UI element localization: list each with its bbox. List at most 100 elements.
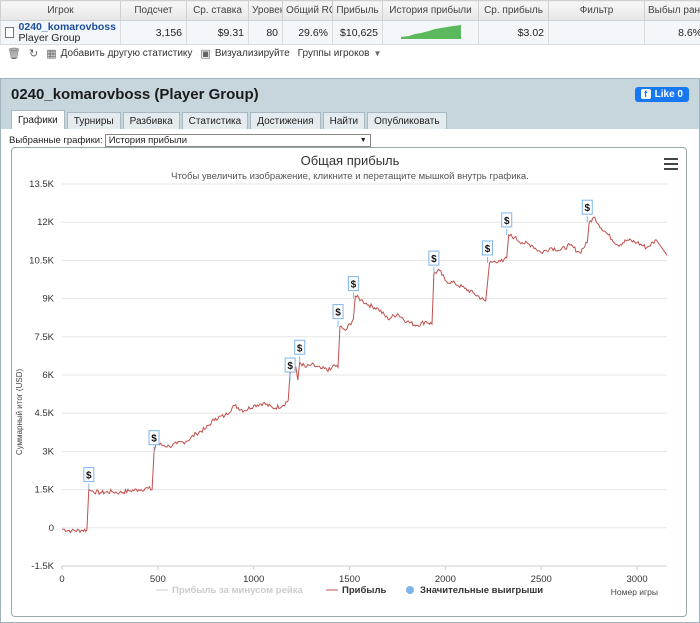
- big-win-label: $: [504, 216, 510, 227]
- big-win-marker[interactable]: $: [482, 240, 494, 263]
- caret-down-icon: ▼: [373, 49, 382, 58]
- y-tick-label: -1.5K: [31, 561, 54, 572]
- avg-stake-cell: $9.31: [186, 20, 249, 45]
- x-tick-label: 1000: [243, 574, 264, 585]
- facebook-like-button[interactable]: f Like 0: [634, 86, 689, 102]
- col-header-profit[interactable]: Прибыль: [332, 0, 383, 21]
- chart-legend: Прибыль за минусом рейка Прибыль Значите…: [156, 585, 543, 596]
- chart-subtitle: Чтобы увеличить изображение, кликните и …: [171, 171, 529, 182]
- legend-item-rake[interactable]: Прибыль за минусом рейка: [172, 585, 303, 596]
- filter-cell: [548, 20, 645, 45]
- add-stats-button[interactable]: ▦ Добавить другую статистику: [46, 47, 192, 60]
- col-header-avg-stake[interactable]: Ср. ставка: [186, 0, 249, 21]
- tab-charts[interactable]: Графики: [11, 110, 65, 129]
- big-win-marker[interactable]: $: [501, 212, 513, 235]
- tab-breakdown[interactable]: Разбивка: [122, 112, 180, 129]
- player-cell: 0240_komarovboss Player Group: [0, 20, 121, 45]
- stats-table: Игрок Подсчет Ср. ставка Уровень Общий R…: [0, 0, 700, 45]
- x-tick-label: 2000: [435, 574, 456, 585]
- big-win-label: $: [297, 343, 303, 354]
- big-win-label: $: [351, 280, 357, 291]
- panel-header: 0240_komarovboss (Player Group) f Like 0: [1, 79, 699, 109]
- col-header-roi[interactable]: Общий ROI: [282, 0, 333, 21]
- row-checkbox[interactable]: [5, 27, 14, 38]
- image-icon: ▣: [200, 48, 211, 60]
- chart-selector-label: Выбранные графики:: [9, 134, 103, 146]
- x-tick-label: 0: [59, 574, 64, 585]
- level-cell: 80: [248, 20, 283, 45]
- x-tick-label: 500: [150, 574, 166, 585]
- chart-selector-dropdown[interactable]: История прибыли ▼: [104, 133, 371, 147]
- col-header-profit-history[interactable]: История прибыли: [382, 0, 479, 21]
- col-header-early-out[interactable]: Выбыл ранее: [644, 0, 700, 21]
- table-row[interactable]: 0240_komarovboss Player Group 3,156 $9.3…: [0, 20, 700, 45]
- add-stats-label: Добавить другую статистику: [60, 48, 193, 59]
- y-tick-label: 7.5K: [34, 332, 54, 343]
- big-win-marker[interactable]: $: [347, 276, 359, 299]
- y-tick-label: 12K: [37, 217, 55, 228]
- big-win-marker[interactable]: $: [83, 467, 95, 490]
- y-tick-label: 0: [49, 523, 54, 534]
- table-icon: ▦: [46, 48, 57, 60]
- big-win-label: $: [151, 434, 157, 445]
- table-toolbar: 🗑 ↻ ▦ Добавить другую статистику ▣ Визуа…: [0, 44, 700, 63]
- player-group-label: Player Group: [18, 31, 81, 44]
- big-win-marker[interactable]: $: [284, 357, 296, 381]
- chart-container[interactable]: Общая прибыль Чтобы увеличить изображени…: [11, 147, 687, 617]
- col-header-level[interactable]: Уровень: [248, 0, 283, 21]
- y-tick-label: 6K: [42, 370, 54, 381]
- player-groups-label: Группы игроков: [297, 48, 370, 59]
- big-win-label: $: [584, 203, 590, 214]
- x-tick-label: 3000: [627, 574, 648, 585]
- x-tick-label: 1500: [339, 574, 360, 585]
- big-win-marker[interactable]: $: [332, 304, 344, 327]
- chevron-down-icon: ▼: [359, 136, 367, 144]
- refresh-icon[interactable]: ↻: [29, 47, 38, 60]
- table-header-row: Игрок Подсчет Ср. ставка Уровень Общий R…: [0, 0, 700, 21]
- col-header-filter[interactable]: Фильтр: [548, 0, 645, 21]
- panel-title: 0240_komarovboss (Player Group): [11, 85, 259, 103]
- y-tick-label: 13.5K: [29, 179, 54, 190]
- big-win-label: $: [431, 254, 437, 265]
- big-win-marker[interactable]: $: [581, 199, 593, 223]
- early-out-cell: 8.6%: [644, 20, 700, 45]
- big-win-marker[interactable]: $: [148, 430, 160, 453]
- big-win-marker[interactable]: $: [428, 250, 440, 274]
- col-header-player[interactable]: Игрок: [0, 0, 121, 21]
- tab-achievements[interactable]: Достижения: [250, 112, 321, 129]
- player-panel: 0240_komarovboss (Player Group) f Like 0…: [0, 78, 700, 623]
- y-axis-label: Суммарный итог (USD): [15, 369, 24, 456]
- profit-sparkline: [400, 25, 461, 39]
- trash-icon[interactable]: 🗑: [7, 47, 21, 60]
- col-header-count[interactable]: Подсчет: [120, 0, 187, 21]
- tab-statistics[interactable]: Статистика: [181, 112, 249, 129]
- profit-chart[interactable]: Общая прибыль Чтобы увеличить изображени…: [12, 148, 688, 618]
- big-win-label: $: [287, 361, 293, 372]
- panel-tabs: Графики Турниры Разбивка Статистика Дост…: [1, 109, 699, 129]
- y-tick-label: 4.5K: [34, 408, 54, 419]
- visualize-button[interactable]: ▣ Визуализируйте: [200, 47, 289, 60]
- like-label: Like 0: [654, 88, 683, 100]
- avg-profit-cell: $3.02: [478, 20, 549, 45]
- stats-table-container: Игрок Подсчет Ср. ставка Уровень Общий R…: [0, 0, 700, 45]
- big-win-label: $: [86, 471, 92, 482]
- profit-cell: $10,625: [332, 20, 383, 45]
- x-axis-label: Номер игры: [611, 587, 658, 597]
- y-tick-label: 10.5K: [29, 255, 54, 266]
- profit-history-cell: [382, 20, 479, 45]
- visualize-label: Визуализируйте: [214, 48, 290, 59]
- tab-find[interactable]: Найти: [322, 112, 366, 129]
- big-win-marker[interactable]: $: [294, 339, 306, 363]
- y-tick-label: 1.5K: [34, 485, 54, 496]
- facebook-icon: f: [640, 89, 651, 99]
- big-win-label: $: [335, 308, 341, 319]
- tab-publish[interactable]: Опубликовать: [367, 112, 447, 129]
- roi-cell: 29.6%: [282, 20, 333, 45]
- legend-item-profit[interactable]: Прибыль: [342, 585, 386, 596]
- hamburger-menu-icon[interactable]: [664, 158, 678, 173]
- chart-selector-value: История прибыли: [108, 134, 188, 146]
- player-groups-dropdown[interactable]: Группы игроков ▼: [298, 48, 382, 59]
- legend-item-big-wins[interactable]: Значительные выигрыши: [420, 585, 543, 596]
- tab-tournaments[interactable]: Турниры: [66, 112, 121, 129]
- col-header-avg-profit[interactable]: Ср. прибыль: [478, 0, 549, 21]
